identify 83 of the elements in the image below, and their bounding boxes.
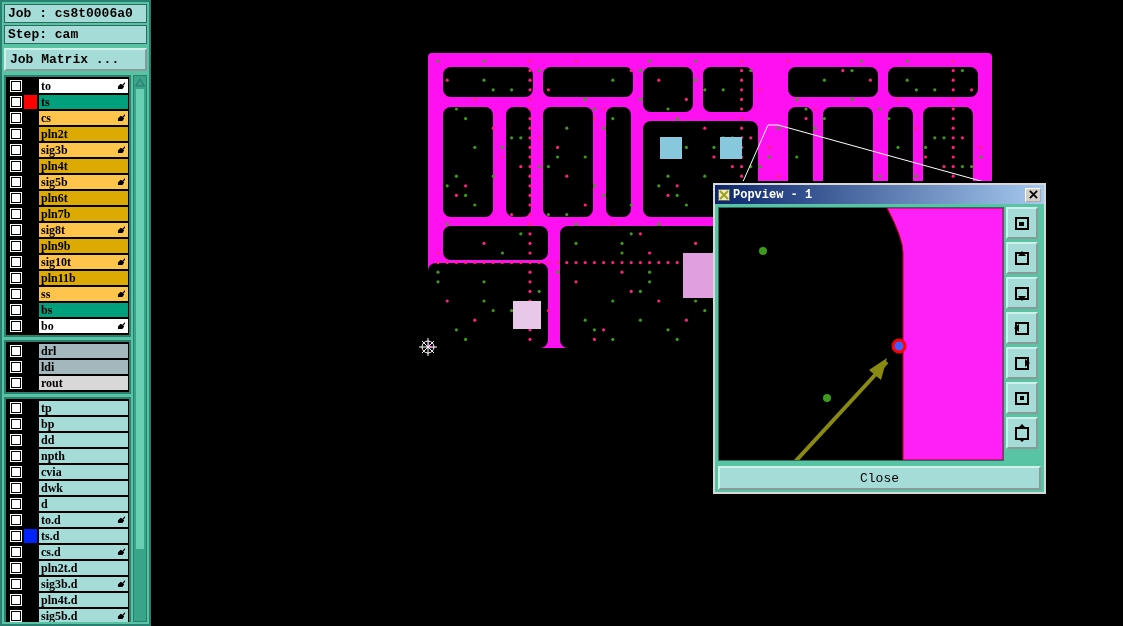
layer-name[interactable]: ts (39, 95, 128, 109)
checkbox[interactable] (10, 361, 22, 373)
checkbox[interactable] (10, 256, 22, 268)
layer-name[interactable]: ldi (39, 360, 128, 374)
zoom-tool-button[interactable] (1006, 277, 1038, 310)
expand-icon (1012, 423, 1032, 444)
layer-name[interactable]: sig10t (39, 255, 128, 269)
close-icon[interactable] (1025, 187, 1041, 202)
layer-name[interactable]: ts.d (39, 529, 128, 543)
checkbox[interactable] (10, 160, 22, 172)
checkbox[interactable] (10, 320, 22, 332)
checkbox[interactable] (10, 514, 22, 526)
checkbox[interactable] (10, 530, 22, 542)
layer-name[interactable]: ss (39, 287, 128, 301)
zoom-tool-button[interactable] (1006, 207, 1038, 240)
checkbox[interactable] (10, 112, 22, 124)
layer-name[interactable]: pln4t (39, 159, 128, 173)
checkbox[interactable] (10, 610, 22, 622)
zoom-tool-button[interactable] (1006, 312, 1038, 345)
layer-name[interactable]: to.d (39, 513, 128, 527)
checkbox[interactable] (10, 402, 22, 414)
step-label: Step: cam (4, 25, 147, 44)
layer-name[interactable]: sig3b (39, 143, 128, 157)
job-label: Job : cs8t0006a0 (4, 4, 147, 23)
layer-name[interactable]: sig5b (39, 175, 128, 189)
layer-name[interactable]: pln9b (39, 239, 128, 253)
zoom-tool-button[interactable] (1006, 347, 1038, 380)
checkbox[interactable] (10, 418, 22, 430)
layer-name[interactable]: cs (39, 111, 128, 125)
layer-name[interactable]: bp (39, 417, 128, 431)
layer-name[interactable]: pln2t.d (39, 561, 128, 575)
checkbox[interactable] (10, 288, 22, 300)
checkbox[interactable] (10, 304, 22, 316)
layer-name[interactable]: pln7b (39, 207, 128, 221)
app-icon (718, 188, 730, 201)
layer-name[interactable]: npth (39, 449, 128, 463)
layer-name[interactable]: to (39, 79, 128, 93)
zoom-tool-button[interactable] (1006, 417, 1038, 450)
layer-name[interactable]: cs.d (39, 545, 128, 559)
window-title: Popview - 1 (733, 187, 814, 202)
origin-icon (418, 337, 438, 357)
checkbox[interactable] (10, 128, 22, 140)
checkbox[interactable] (10, 546, 22, 558)
layer-name[interactable]: drl (39, 344, 128, 358)
checkbox[interactable] (10, 482, 22, 494)
layer-name[interactable]: sig8t (39, 223, 128, 237)
layer-name[interactable]: bo (39, 319, 128, 333)
layer-name[interactable]: pln4t.d (39, 593, 128, 607)
layer-name[interactable]: pln11b (39, 271, 128, 285)
layer-name[interactable]: sig3b.d (39, 577, 128, 591)
checkbox[interactable] (10, 192, 22, 204)
zoom-tool-button[interactable] (1006, 382, 1038, 415)
layer-name[interactable]: d (39, 497, 128, 511)
zoom-tool-button[interactable] (1006, 242, 1038, 275)
checkbox[interactable] (10, 377, 22, 389)
checkbox[interactable] (10, 80, 22, 92)
checkbox[interactable] (10, 594, 22, 606)
layer-name[interactable]: pln2t (39, 127, 128, 141)
checkbox[interactable] (10, 240, 22, 252)
checkbox[interactable] (10, 434, 22, 446)
layer-name[interactable]: bs (39, 303, 128, 317)
layer-name[interactable]: rout (39, 376, 128, 390)
checkbox[interactable] (10, 345, 22, 357)
checkbox[interactable] (10, 498, 22, 510)
checkbox[interactable] (10, 208, 22, 220)
checkbox[interactable] (10, 578, 22, 590)
checkbox[interactable] (10, 224, 22, 236)
layer-name[interactable]: cvia (39, 465, 128, 479)
checkbox[interactable] (10, 562, 22, 574)
layer-name[interactable]: dwk (39, 481, 128, 495)
checkbox[interactable] (10, 272, 22, 284)
checkbox[interactable] (10, 450, 22, 462)
checkbox[interactable] (10, 96, 22, 108)
layer-name[interactable]: pln6t (39, 191, 128, 205)
layer-name[interactable]: dd (39, 433, 128, 447)
close-button[interactable]: Close (718, 466, 1041, 490)
checkbox[interactable] (10, 144, 22, 156)
checkbox[interactable] (10, 176, 22, 188)
checkbox[interactable] (10, 466, 22, 478)
job-matrix-button[interactable]: Job Matrix ... (4, 48, 147, 71)
layer-name[interactable]: sig5b.d (39, 609, 128, 622)
layer-name[interactable]: tp (39, 401, 128, 415)
scrollbar[interactable] (133, 75, 147, 622)
